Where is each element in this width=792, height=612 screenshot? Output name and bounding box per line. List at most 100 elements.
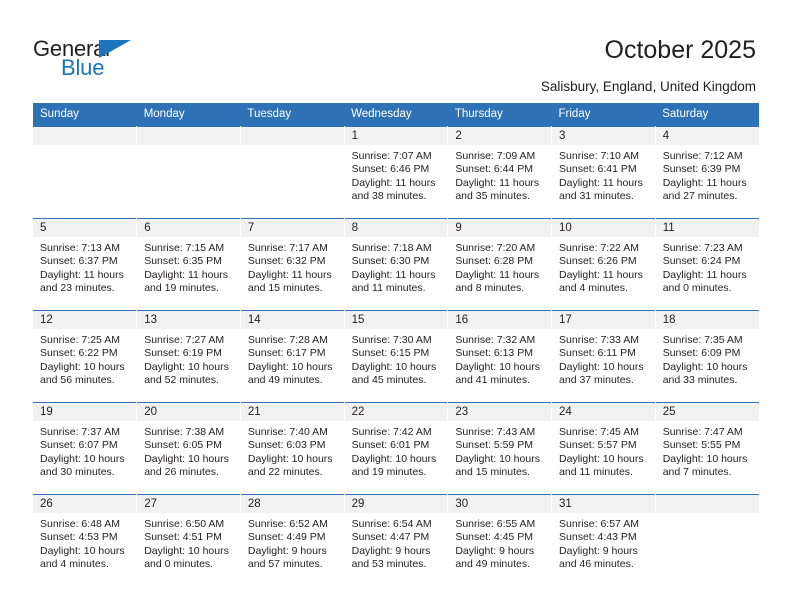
sunset-text: Sunset: 6:03 PM <box>247 439 326 452</box>
calendar-day-cell[interactable]: 30 Sunrise: 6:55 AM Sunset: 4:45 PM Dayligh… <box>447 494 553 586</box>
daylight-text-line2: and 15 minutes. <box>247 282 323 295</box>
daylight-text-line1: Daylight: 9 hours <box>247 544 327 557</box>
day-number: 31 <box>552 495 655 513</box>
calendar-day-cell[interactable]: 7 Sunrise: 7:17 AM Sunset: 6:32 PM Daylight… <box>240 218 345 311</box>
sunset-text: Sunset: 6:35 PM <box>144 255 222 268</box>
daylight-text-line1: Daylight: 10 hours <box>351 360 437 373</box>
sunrise-text: Sunrise: 7:07 AM <box>351 150 432 162</box>
calendar-week-row: 5 Sunrise: 7:13 AM Sunset: 6:37 PM Daylight… <box>33 218 759 311</box>
daylight-text-line2: and 33 minutes. <box>662 374 738 387</box>
daylight-text-line2: and 41 minutes. <box>455 374 531 387</box>
calendar-day-cell[interactable]: 1 Sunrise: 7:07 AM Sunset: 6:46 PM Daylight… <box>344 126 449 219</box>
sunset-text: Sunset: 6:41 PM <box>559 163 637 176</box>
calendar-day-cell[interactable]: 26 Sunrise: 6:48 AM Sunset: 4:53 PM Dayligh… <box>33 494 138 586</box>
day-number: 25 <box>655 403 759 421</box>
daylight-text-line1: Daylight: 11 hours <box>662 268 747 281</box>
day-details: Sunrise: 7:25 AM Sunset: 6:22 PM Daylight:… <box>33 329 136 388</box>
weekday-header-wednesday: Wednesday <box>344 103 448 127</box>
daylight-text-line2: and 0 minutes. <box>662 282 732 295</box>
calendar-week-row: 1 Sunrise: 7:07 AM Sunset: 6:46 PM Daylight… <box>33 126 759 219</box>
calendar-day-cell[interactable]: 24 Sunrise: 7:45 AM Sunset: 5:57 PM Dayligh… <box>551 402 656 495</box>
day-details: Sunrise: 7:10 AM Sunset: 6:41 PM Daylight:… <box>552 145 655 204</box>
calendar-day-cell[interactable]: 23 Sunrise: 7:43 AM Sunset: 5:59 PM Dayligh… <box>447 402 553 495</box>
calendar-day-cell[interactable]: 11 Sunrise: 7:23 AM Sunset: 6:24 PM Dayligh… <box>655 218 759 311</box>
daylight-text-line1: Daylight: 10 hours <box>144 452 229 465</box>
calendar-day-cell[interactable]: 17 Sunrise: 7:33 AM Sunset: 6:11 PM Dayligh… <box>551 310 656 403</box>
sunrise-text: Sunrise: 7:09 AM <box>455 150 536 162</box>
sunset-text: Sunset: 6:15 PM <box>351 347 430 360</box>
daylight-text-line1: Daylight: 10 hours <box>559 452 644 465</box>
daylight-text-line2: and 45 minutes. <box>351 374 427 387</box>
calendar-day-cell[interactable]: 16 Sunrise: 7:32 AM Sunset: 6:13 PM Dayligh… <box>447 310 553 403</box>
day-number: 18 <box>655 311 759 329</box>
day-details: Sunrise: 7:13 AM Sunset: 6:37 PM Daylight:… <box>33 237 136 296</box>
weekday-header-saturday: Saturday <box>655 103 759 127</box>
daylight-text-line2: and 37 minutes. <box>559 374 634 387</box>
calendar-day-cell[interactable]: 31 Sunrise: 6:57 AM Sunset: 4:43 PM Dayligh… <box>551 494 656 586</box>
day-number <box>655 495 759 513</box>
day-details: Sunrise: 7:35 AM Sunset: 6:09 PM Daylight:… <box>656 329 759 388</box>
daylight-text-line1: Daylight: 10 hours <box>247 360 333 373</box>
day-number: 22 <box>344 403 448 421</box>
calendar-day-cell[interactable]: 25 Sunrise: 7:47 AM Sunset: 5:55 PM Dayligh… <box>655 402 759 495</box>
sunset-text: Sunset: 6:46 PM <box>351 163 430 176</box>
daylight-text-line2: and 11 minutes. <box>351 282 426 295</box>
day-details: Sunrise: 7:07 AM Sunset: 6:46 PM Daylight:… <box>345 145 448 204</box>
sunset-text: Sunset: 4:53 PM <box>40 531 118 544</box>
calendar-day-cell-empty <box>240 126 345 219</box>
calendar-day-cell[interactable]: 12 Sunrise: 7:25 AM Sunset: 6:22 PM Dayligh… <box>33 310 138 403</box>
page-title: October 2025 <box>604 36 757 64</box>
calendar-day-cell[interactable]: 28 Sunrise: 6:52 AM Sunset: 4:49 PM Dayligh… <box>240 494 345 586</box>
calendar-day-cell[interactable]: 2 Sunrise: 7:09 AM Sunset: 6:44 PM Daylight… <box>447 126 553 219</box>
calendar-day-cell[interactable]: 22 Sunrise: 7:42 AM Sunset: 6:01 PM Dayligh… <box>344 402 449 495</box>
day-number: 6 <box>137 219 240 237</box>
day-details: Sunrise: 7:38 AM Sunset: 6:05 PM Daylight:… <box>137 421 240 480</box>
sunrise-text: Sunrise: 7:30 AM <box>351 334 432 346</box>
calendar-day-cell[interactable]: 3 Sunrise: 7:10 AM Sunset: 6:41 PM Daylight… <box>551 126 656 219</box>
daylight-text-line1: Daylight: 10 hours <box>247 452 333 465</box>
calendar-day-cell[interactable]: 21 Sunrise: 7:40 AM Sunset: 6:03 PM Dayligh… <box>240 402 345 495</box>
calendar-day-cell[interactable]: 18 Sunrise: 7:35 AM Sunset: 6:09 PM Dayligh… <box>655 310 759 403</box>
sunrise-text: Sunrise: 7:38 AM <box>144 426 225 438</box>
sunset-text: Sunset: 4:51 PM <box>144 531 222 544</box>
day-details: Sunrise: 7:33 AM Sunset: 6:11 PM Daylight:… <box>552 329 655 388</box>
daylight-text-line2: and 38 minutes. <box>351 190 427 203</box>
daylight-text-line1: Daylight: 11 hours <box>559 268 643 281</box>
calendar-day-cell[interactable]: 20 Sunrise: 7:38 AM Sunset: 6:05 PM Dayligh… <box>136 402 241 495</box>
general-blue-logo[interactable]: General Blue <box>33 36 213 88</box>
calendar-day-cell[interactable]: 5 Sunrise: 7:13 AM Sunset: 6:37 PM Daylight… <box>33 218 138 311</box>
calendar-day-cell[interactable]: 27 Sunrise: 6:50 AM Sunset: 4:51 PM Dayligh… <box>136 494 241 586</box>
calendar-day-cell[interactable]: 9 Sunrise: 7:20 AM Sunset: 6:28 PM Daylight… <box>447 218 553 311</box>
day-number: 26 <box>33 495 137 513</box>
daylight-text-line1: Daylight: 11 hours <box>144 268 229 281</box>
day-number: 10 <box>552 219 655 237</box>
daylight-text-line1: Daylight: 11 hours <box>40 268 124 281</box>
day-number <box>33 127 137 145</box>
calendar-day-cell[interactable]: 29 Sunrise: 6:54 AM Sunset: 4:47 PM Dayligh… <box>344 494 449 586</box>
day-details: Sunrise: 6:48 AM Sunset: 4:53 PM Daylight:… <box>33 513 136 572</box>
day-details: Sunrise: 7:45 AM Sunset: 5:57 PM Daylight:… <box>552 421 655 480</box>
day-details: Sunrise: 7:27 AM Sunset: 6:19 PM Daylight:… <box>137 329 240 388</box>
calendar-day-cell[interactable]: 10 Sunrise: 7:22 AM Sunset: 6:26 PM Dayligh… <box>551 218 656 311</box>
daylight-text-line2: and 26 minutes. <box>144 466 219 479</box>
calendar-day-cell[interactable]: 14 Sunrise: 7:28 AM Sunset: 6:17 PM Dayligh… <box>240 310 345 403</box>
sunset-text: Sunset: 6:30 PM <box>351 255 430 268</box>
day-number: 23 <box>448 403 552 421</box>
day-number: 13 <box>137 311 240 329</box>
daylight-text-line2: and 30 minutes. <box>40 466 115 479</box>
day-details: Sunrise: 7:42 AM Sunset: 6:01 PM Daylight:… <box>345 421 448 480</box>
calendar-day-cell[interactable]: 6 Sunrise: 7:15 AM Sunset: 6:35 PM Daylight… <box>136 218 241 311</box>
sunrise-text: Sunrise: 7:37 AM <box>40 426 120 438</box>
sunrise-text: Sunrise: 7:27 AM <box>144 334 225 346</box>
sunrise-text: Sunrise: 6:50 AM <box>144 518 225 530</box>
calendar-day-cell[interactable]: 8 Sunrise: 7:18 AM Sunset: 6:30 PM Daylight… <box>344 218 449 311</box>
calendar-day-cell[interactable]: 13 Sunrise: 7:27 AM Sunset: 6:19 PM Dayligh… <box>136 310 241 403</box>
calendar-day-cell[interactable]: 4 Sunrise: 7:12 AM Sunset: 6:39 PM Daylight… <box>655 126 759 219</box>
calendar-day-cell[interactable]: 19 Sunrise: 7:37 AM Sunset: 6:07 PM Dayligh… <box>33 402 138 495</box>
calendar-day-cell[interactable]: 15 Sunrise: 7:30 AM Sunset: 6:15 PM Dayligh… <box>344 310 449 403</box>
daylight-text-line2: and 8 minutes. <box>455 282 525 295</box>
day-details: Sunrise: 6:54 AM Sunset: 4:47 PM Daylight:… <box>345 513 448 572</box>
calendar-day-cell-empty <box>655 494 759 586</box>
daylight-text-line2: and 27 minutes. <box>662 190 738 203</box>
daylight-text-line1: Daylight: 11 hours <box>351 268 436 281</box>
